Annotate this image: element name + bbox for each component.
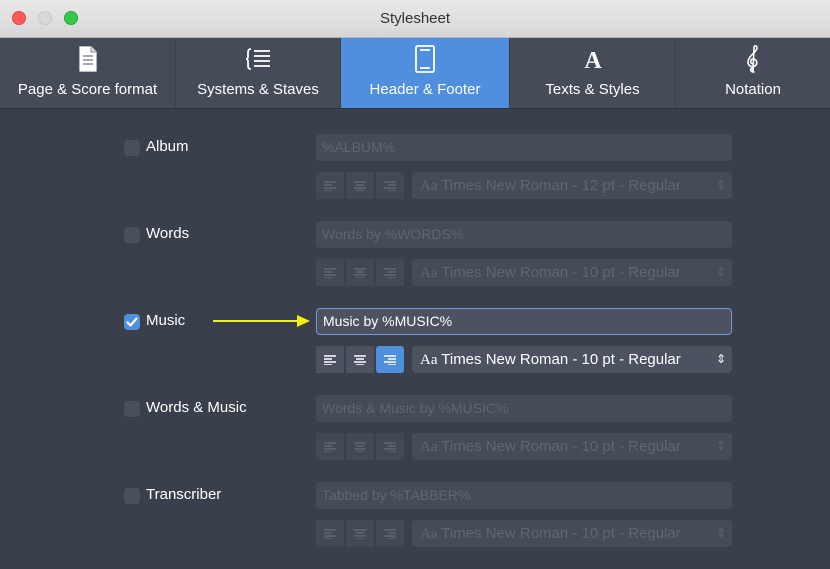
window-title: Stylesheet: [379, 10, 451, 27]
tab-label: Header & Footer: [369, 81, 481, 98]
words-field[interactable]: Words by %WORDS%: [316, 221, 732, 248]
words-music-checkbox[interactable]: [124, 401, 140, 417]
title-bar: Stylesheet: [0, 0, 830, 38]
header-footer-icon: [341, 44, 509, 74]
tab-label: Notation: [725, 81, 781, 98]
transcriber-field[interactable]: Tabbed by %TABBER%: [316, 482, 732, 509]
font-prefix: Aa: [420, 352, 438, 368]
music-field[interactable]: Music by %MUSIC%: [316, 308, 732, 335]
album-label: Album: [146, 138, 189, 155]
album-checkbox[interactable]: [124, 140, 140, 156]
album-alignment-group: [316, 172, 408, 199]
words-alignment-group: [316, 259, 408, 286]
words-checkbox[interactable]: [124, 227, 140, 243]
align-left-button[interactable]: [316, 346, 344, 373]
align-center-button[interactable]: [346, 346, 374, 373]
align-right-button[interactable]: [376, 520, 404, 547]
chevron-updown-icon: ⇕: [715, 265, 726, 279]
tab-header-footer[interactable]: Header & Footer: [341, 38, 510, 108]
stylesheet-window: Stylesheet Page & Score format Systems &…: [0, 0, 830, 569]
align-right-button[interactable]: [376, 259, 404, 286]
align-left-button[interactable]: [316, 259, 344, 286]
transcriber-alignment-group: [316, 520, 408, 547]
chevron-updown-icon: ⇕: [715, 178, 726, 192]
align-right-button[interactable]: [376, 433, 404, 460]
music-font-select[interactable]: Aa Times New Roman - 10 pt - Regular ⇕: [412, 346, 732, 373]
font-value: Times New Roman - 12 pt - Regular: [441, 177, 681, 194]
album-font-select[interactable]: Aa Times New Roman - 12 pt - Regular ⇕: [412, 172, 732, 199]
systems-staves-icon: [176, 44, 340, 74]
words-music-field[interactable]: Words & Music by %MUSIC%: [316, 395, 732, 422]
transcriber-checkbox[interactable]: [124, 488, 140, 504]
album-field[interactable]: %ALBUM%: [316, 134, 732, 161]
chevron-updown-icon: ⇕: [715, 526, 726, 540]
tab-systems-staves[interactable]: Systems & Staves: [176, 38, 341, 108]
chevron-updown-icon: ⇕: [715, 439, 726, 453]
music-checkbox[interactable]: [124, 314, 140, 330]
font-value: Times New Roman - 10 pt - Regular: [441, 525, 681, 542]
words-font-select[interactable]: Aa Times New Roman - 10 pt - Regular ⇕: [412, 259, 732, 286]
font-prefix: Aa: [420, 265, 438, 281]
tab-page-score-format[interactable]: Page & Score format: [0, 38, 176, 108]
font-prefix: Aa: [420, 439, 438, 455]
transcriber-label: Transcriber: [146, 486, 222, 503]
tab-label: Texts & Styles: [545, 81, 640, 98]
header-footer-panel: Album %ALBUM% Aa Times New Roman - 12 pt…: [0, 109, 830, 569]
font-prefix: Aa: [420, 526, 438, 542]
tab-notation[interactable]: Notation: [676, 38, 830, 108]
svg-text:A: A: [584, 48, 602, 71]
words-music-font-select[interactable]: Aa Times New Roman - 10 pt - Regular ⇕: [412, 433, 732, 460]
words-music-label: Words & Music: [146, 399, 247, 416]
align-left-button[interactable]: [316, 172, 344, 199]
align-left-button[interactable]: [316, 433, 344, 460]
font-prefix: Aa: [420, 178, 438, 194]
words-label: Words: [146, 225, 190, 242]
font-value: Times New Roman - 10 pt - Regular: [441, 351, 681, 368]
font-value: Times New Roman - 10 pt - Regular: [441, 264, 681, 281]
words-music-alignment-group: [316, 433, 408, 460]
align-left-button[interactable]: [316, 520, 344, 547]
annotation-arrow-icon: [213, 315, 310, 327]
align-center-button[interactable]: [346, 259, 374, 286]
page-icon: [0, 44, 175, 74]
font-value: Times New Roman - 10 pt - Regular: [441, 438, 681, 455]
treble-clef-icon: [676, 44, 830, 74]
toolbar: Page & Score format Systems & Staves Hea…: [0, 38, 830, 109]
align-center-button[interactable]: [346, 433, 374, 460]
tab-label: Systems & Staves: [197, 81, 319, 98]
transcriber-font-select[interactable]: Aa Times New Roman - 10 pt - Regular ⇕: [412, 520, 732, 547]
music-alignment-group: [316, 346, 408, 373]
align-center-button[interactable]: [346, 172, 374, 199]
align-right-button[interactable]: [376, 172, 404, 199]
tab-texts-styles[interactable]: A Texts & Styles: [510, 38, 676, 108]
music-label: Music: [146, 312, 186, 329]
tab-label: Page & Score format: [17, 81, 158, 98]
text-a-icon: A: [510, 44, 675, 74]
checkmark-icon: [126, 317, 138, 327]
align-center-button[interactable]: [346, 520, 374, 547]
align-right-button[interactable]: [376, 346, 404, 373]
chevron-updown-icon: ⇕: [715, 352, 726, 366]
